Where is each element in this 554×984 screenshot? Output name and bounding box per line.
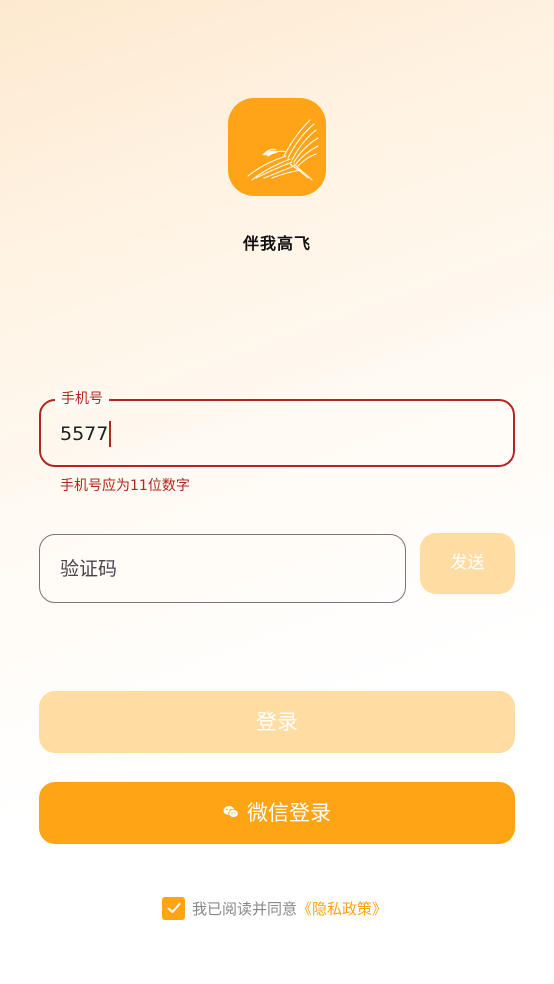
app-logo: [228, 98, 326, 196]
phone-label: 手机号: [55, 390, 109, 408]
eagle-icon: [247, 119, 319, 181]
wechat-login-label: 微信登录: [247, 801, 331, 825]
phone-value-text: 5577: [60, 423, 109, 445]
app-name: 伴我高飞: [242, 234, 311, 253]
login-button[interactable]: 登录: [39, 691, 515, 753]
wechat-icon: [223, 806, 239, 818]
text-caret: [109, 421, 112, 447]
wechat-login-button[interactable]: 微信登录: [39, 782, 515, 844]
phone-value[interactable]: 5577: [60, 421, 112, 447]
agreement-checkbox[interactable]: [162, 896, 185, 920]
check-icon: [167, 903, 180, 913]
code-input[interactable]: 验证码: [39, 534, 406, 603]
send-code-button[interactable]: 发送: [420, 533, 515, 594]
privacy-policy-link[interactable]: 《隐私政策》: [297, 898, 387, 919]
phone-input[interactable]: 手机号 5577: [39, 390, 515, 467]
code-placeholder: 验证码: [60, 558, 118, 580]
agreement-text: 我已阅读并同意: [192, 899, 298, 918]
agreement-row: 我已阅读并同意 《隐私政策》: [162, 896, 387, 920]
phone-error-text: 手机号应为11位数字: [60, 478, 190, 494]
